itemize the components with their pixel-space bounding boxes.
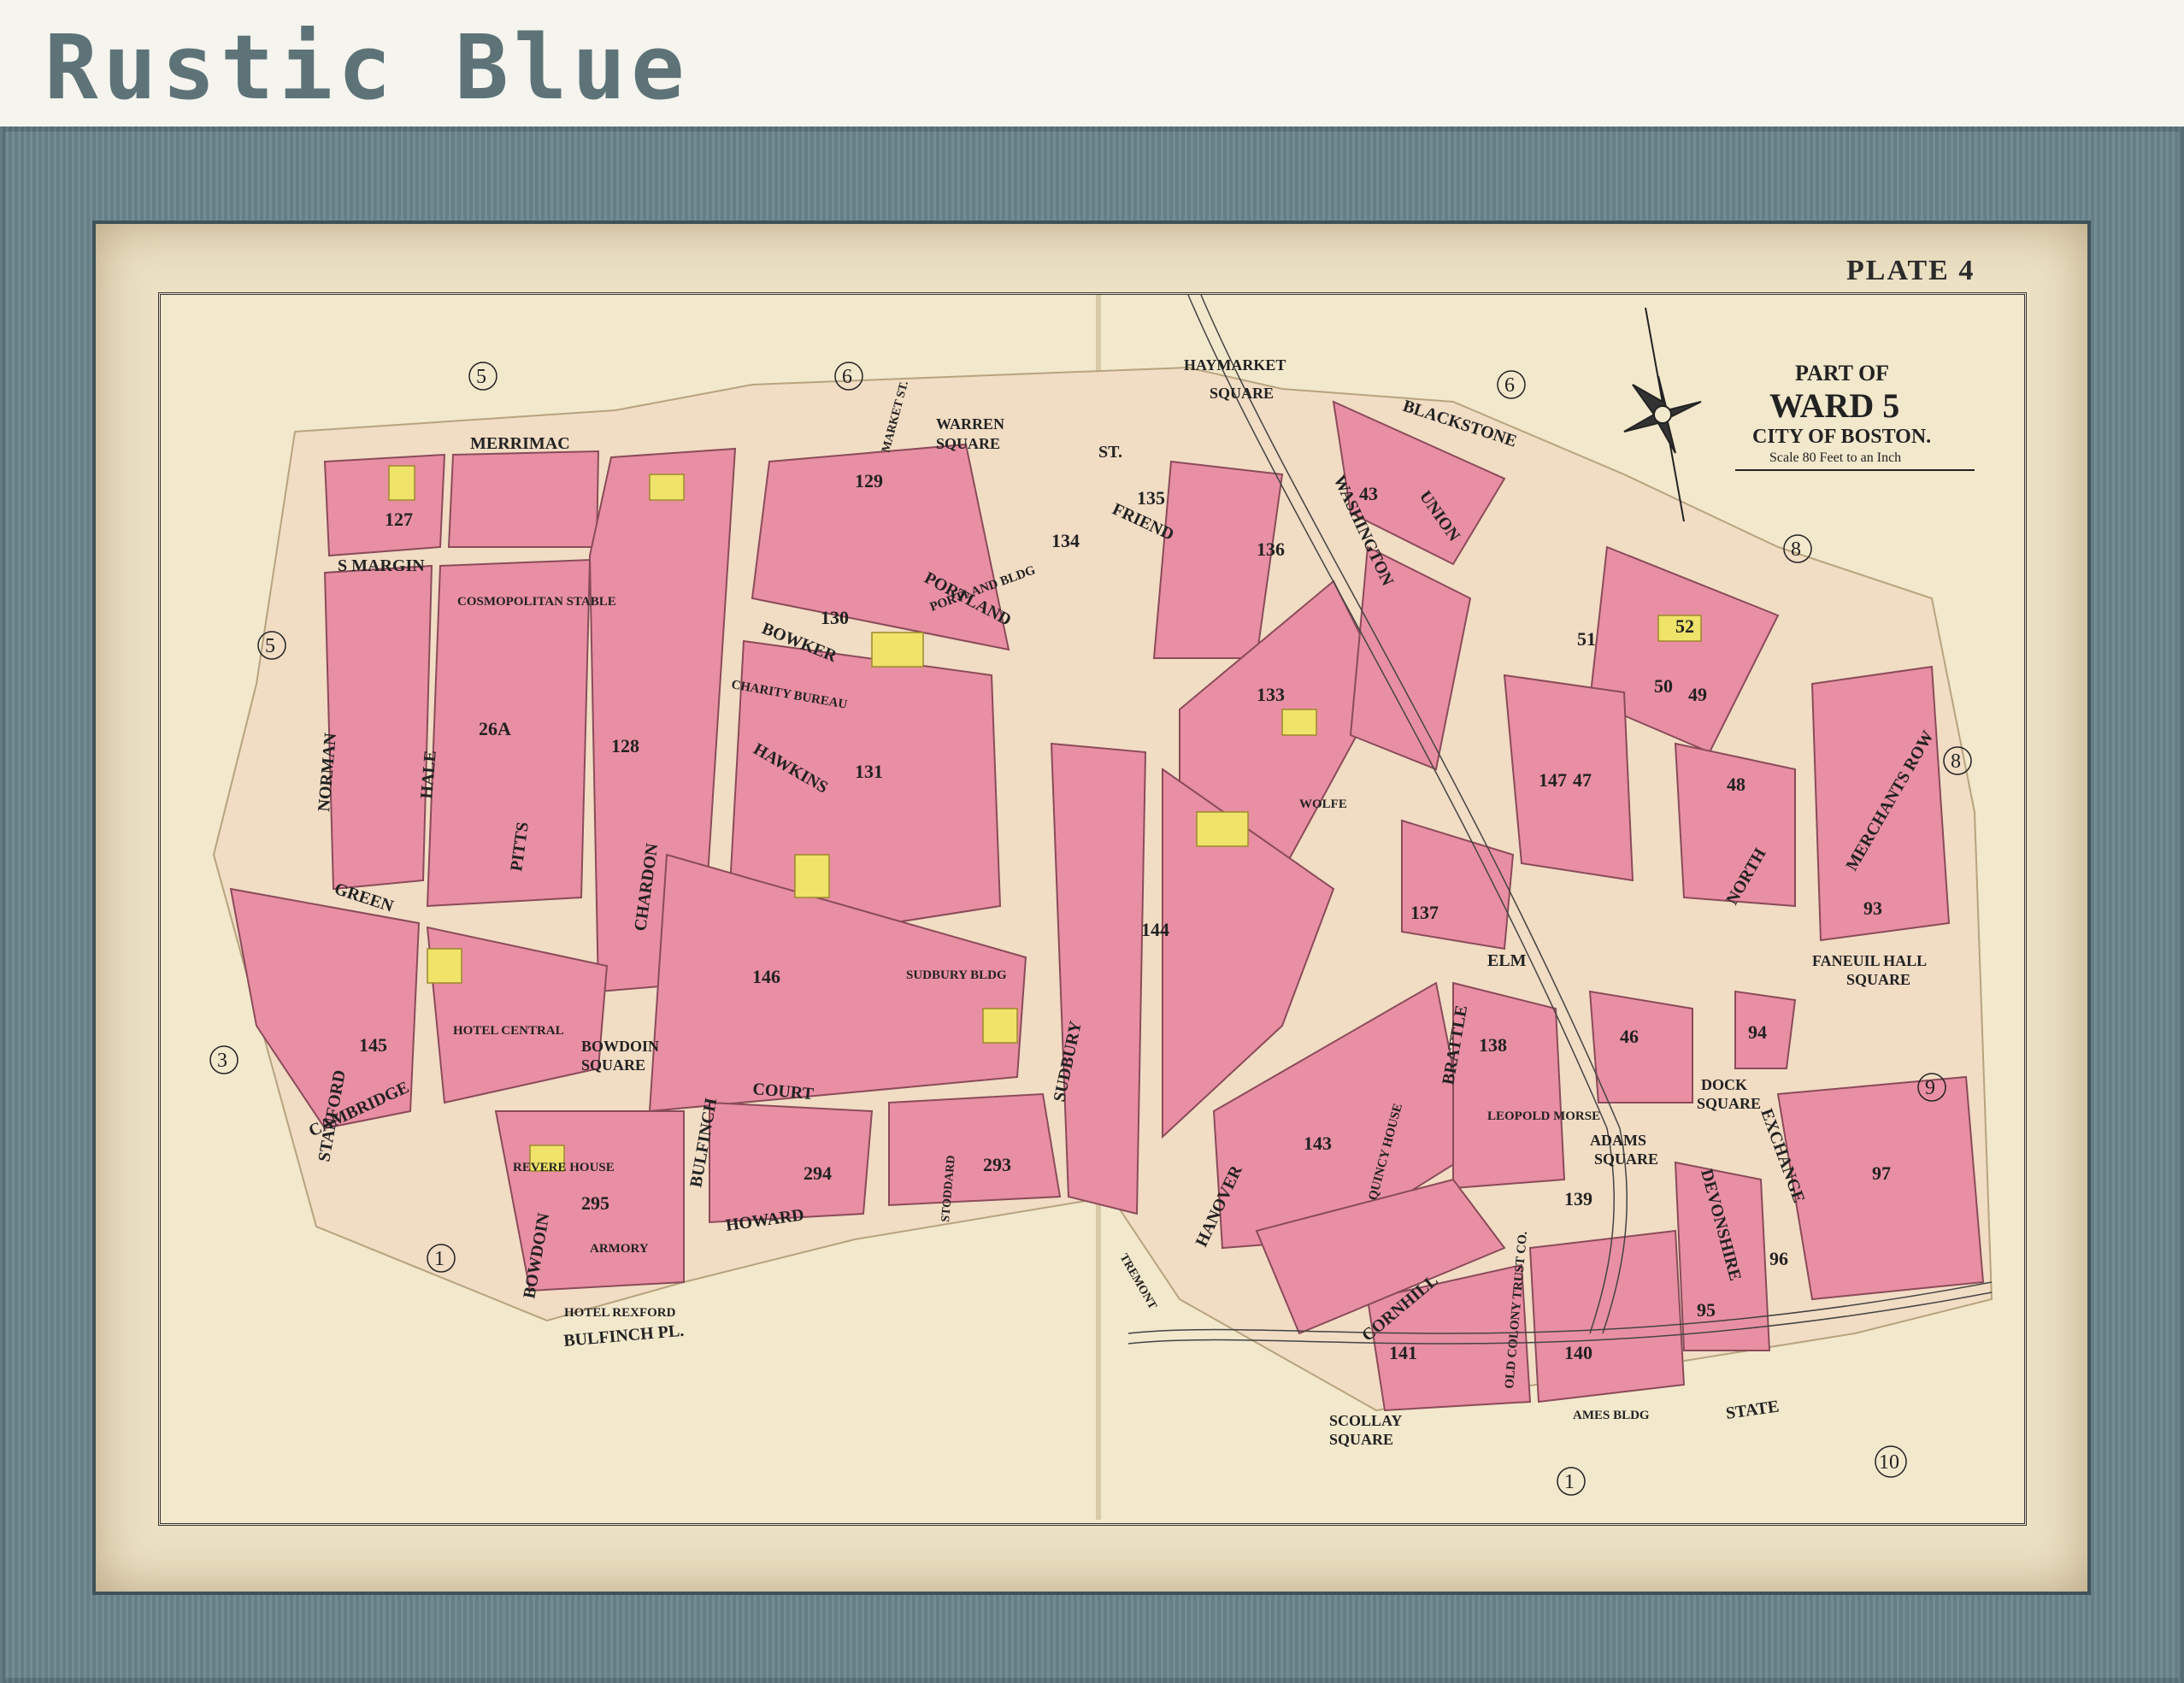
block-number: 140 xyxy=(1564,1342,1592,1363)
block-number: 49 xyxy=(1688,684,1707,705)
block-number: 146 xyxy=(752,966,780,987)
square-faneuil-sq: SQUARE xyxy=(1846,971,1910,988)
street-bulfinch-pl: BULFINCH PL. xyxy=(563,1321,686,1351)
square-adams: ADAMS xyxy=(1590,1132,1646,1149)
building-wolfe: WOLFE xyxy=(1299,797,1347,811)
square-dock: DOCK xyxy=(1701,1076,1747,1093)
block-number: 137 xyxy=(1410,902,1439,923)
building-cosmopolitan: COSMOPOLITAN STABLE xyxy=(457,595,616,609)
ward-marker: 5 xyxy=(476,366,486,388)
block-number: 96 xyxy=(1769,1248,1788,1269)
street-merrimac: MERRIMAC xyxy=(470,434,570,453)
block-number: 293 xyxy=(983,1154,1011,1175)
block-number: 47 xyxy=(1573,769,1592,791)
block-number: 136 xyxy=(1257,538,1285,560)
block-127b xyxy=(447,450,600,548)
street-elm: ELM xyxy=(1487,951,1527,970)
ward-marker: 8 xyxy=(1951,750,1961,773)
square-haymarket-sq: SQUARE xyxy=(1210,385,1274,402)
ward-marker: 9 xyxy=(1925,1077,1935,1099)
ward-marker: 6 xyxy=(842,366,852,388)
street-s-margin: S MARGIN xyxy=(338,556,425,575)
legend-scale: Scale 80 Feet to an Inch xyxy=(1769,450,1901,465)
block-number: 93 xyxy=(1863,897,1882,919)
square-bowdoin-sq: SQUARE xyxy=(581,1056,645,1074)
block-norman xyxy=(323,564,433,891)
block-number: 97 xyxy=(1872,1162,1891,1184)
atlas-map: PART OF WARD 5 CITY OF BOSTON. Scale 80 … xyxy=(209,294,1993,1520)
block-number: 139 xyxy=(1564,1188,1592,1209)
block-number: 138 xyxy=(1479,1034,1507,1056)
block-number: 26A xyxy=(479,718,511,739)
ward-marker: 5 xyxy=(265,635,275,657)
block-number: 144 xyxy=(1141,919,1169,940)
square-warren-sq: SQUARE xyxy=(936,435,1000,452)
block-number: 295 xyxy=(581,1192,609,1214)
block-number: 52 xyxy=(1675,615,1694,637)
ward-marker: 3 xyxy=(217,1050,227,1072)
street-tremont: TREMONT xyxy=(1117,1252,1159,1313)
block-number: 134 xyxy=(1051,530,1080,551)
block-46 xyxy=(1588,990,1693,1103)
square-dock-sq: SQUARE xyxy=(1697,1095,1761,1112)
block-number: 143 xyxy=(1304,1133,1332,1154)
block-number: 141 xyxy=(1389,1342,1417,1363)
block-140 xyxy=(1528,1229,1686,1403)
square-bowdoin: BOWDOIN xyxy=(581,1038,659,1055)
building-leopold: LEOPOLD MORSE xyxy=(1487,1109,1600,1123)
ward-marker: 8 xyxy=(1791,538,1801,561)
square-faneuil: FANEUIL HALL xyxy=(1812,952,1927,969)
square-warren: WARREN xyxy=(936,415,1004,433)
block-number: 95 xyxy=(1697,1299,1716,1321)
building-hotel-central: HOTEL CENTRAL xyxy=(453,1024,564,1038)
block-number: 133 xyxy=(1257,684,1285,705)
block-293 xyxy=(888,1092,1062,1207)
block-147 xyxy=(1503,674,1634,882)
square-scollay-sq: SQUARE xyxy=(1329,1431,1393,1448)
block-127 xyxy=(323,453,446,557)
block-number: 294 xyxy=(804,1162,832,1184)
square-scollay: SCOLLAY xyxy=(1329,1412,1402,1429)
street-st: ST. xyxy=(1098,443,1122,462)
ward-marker: 6 xyxy=(1504,374,1515,397)
block-number: 51 xyxy=(1577,628,1596,650)
block-number: 145 xyxy=(359,1034,387,1056)
block-number: 94 xyxy=(1748,1021,1767,1043)
block-number: 128 xyxy=(611,735,639,756)
ward-marker: 10 xyxy=(1879,1451,1899,1474)
legend-line1: PART OF xyxy=(1795,361,1889,385)
block-number: 127 xyxy=(385,509,413,530)
ward-marker: 1 xyxy=(1564,1471,1575,1493)
block-number: 48 xyxy=(1727,774,1745,795)
building-revere: REVERE HOUSE xyxy=(513,1161,615,1174)
square-adams-sq: SQUARE xyxy=(1594,1150,1658,1168)
building-hotel-rexford: HOTEL REXFORD xyxy=(564,1306,676,1320)
building-sudbury-bldg: SUDBURY BLDG xyxy=(906,968,1007,982)
square-haymarket: HAYMARKET xyxy=(1184,356,1286,374)
building-ames: AMES BLDG xyxy=(1573,1409,1650,1422)
block-number: 130 xyxy=(821,607,849,628)
legend-line2: WARD 5 xyxy=(1769,386,1899,425)
ward-marker: 1 xyxy=(434,1248,444,1270)
block-number: 46 xyxy=(1620,1026,1639,1047)
block-number: 129 xyxy=(855,470,883,491)
block-number: 50 xyxy=(1654,675,1673,697)
block-number: 147 xyxy=(1539,769,1567,791)
building-armory: ARMORY xyxy=(590,1242,649,1256)
block-number: 135 xyxy=(1137,487,1165,509)
block-number: 43 xyxy=(1359,483,1378,504)
street-state: STATE xyxy=(1725,1397,1781,1423)
map-legend: PART OF WARD 5 CITY OF BOSTON. Scale 80 … xyxy=(1735,361,1975,471)
block-294 xyxy=(709,1101,874,1224)
block-97 xyxy=(1776,1075,1985,1301)
block-number: 131 xyxy=(855,761,883,782)
legend-line3: CITY OF BOSTON. xyxy=(1752,426,1931,448)
